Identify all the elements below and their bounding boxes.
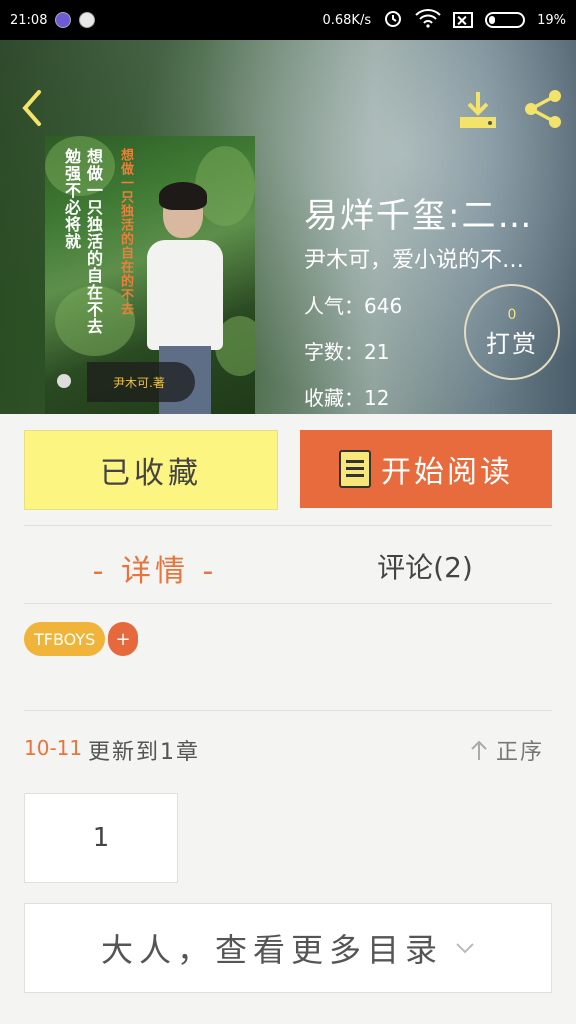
- share-button[interactable]: [520, 86, 566, 132]
- network-speed: 0.68K/s: [322, 12, 372, 28]
- chapter-item[interactable]: 1: [24, 793, 178, 883]
- tag-tfboys[interactable]: TFBOYS: [24, 622, 106, 656]
- favorites-stat: 收藏：12: [304, 386, 390, 410]
- sort-order-label: 正序: [496, 740, 545, 765]
- tip-label: 打赏: [486, 329, 538, 358]
- divider: [24, 603, 552, 604]
- divider: [24, 525, 552, 526]
- popularity-stat: 人气：646: [304, 294, 403, 318]
- cover-tagline-1: 想做一只独活的自在不去: [84, 148, 103, 335]
- sort-order-button[interactable]: 正序: [470, 734, 544, 766]
- tab-detail[interactable]: - 详情 -: [70, 546, 240, 590]
- start-reading-button[interactable]: 开始阅读: [300, 430, 552, 508]
- back-button[interactable]: [14, 88, 50, 128]
- cover-tagline-2: 勉强不必将就: [62, 148, 81, 250]
- cover-title: 想做一只独活的自在的不去: [118, 148, 133, 316]
- no-sim-icon: [453, 12, 474, 28]
- add-tag-button[interactable]: +: [108, 622, 138, 656]
- share-icon: [525, 90, 561, 128]
- app-notification-icon: [55, 12, 72, 28]
- tip-count: 0: [507, 306, 517, 323]
- download-button[interactable]: [456, 88, 500, 132]
- battery-icon: [485, 12, 526, 28]
- cover-author: 尹木可.著: [87, 362, 195, 402]
- chevron-down-icon: [456, 943, 474, 954]
- status-time: 21:08: [10, 12, 48, 28]
- app-notification-icon-2: [79, 12, 96, 28]
- chevron-left-icon: [22, 90, 41, 126]
- view-more-catalog-button[interactable]: 大人，查看更多目录: [24, 903, 552, 993]
- status-bar: 21:08 0.68K/s 19%: [0, 0, 576, 40]
- word-count-stat: 字数：21: [304, 340, 390, 364]
- book-icon: [339, 450, 371, 488]
- arrow-up-icon: [471, 740, 487, 760]
- update-text: 更新到1章: [88, 740, 200, 765]
- view-more-catalog-label: 大人，查看更多目录: [100, 931, 443, 969]
- cover-dot: [57, 374, 71, 388]
- download-icon: [460, 92, 496, 128]
- update-date: 10-11: [24, 736, 83, 760]
- tab-comments[interactable]: 评论(2): [340, 546, 510, 586]
- book-header: 想做一只独活的自在的不去 想做一只独活的自在不去 勉强不必将就 尹木可.著 易烊…: [0, 40, 576, 414]
- start-reading-label: 开始阅读: [381, 455, 513, 490]
- wifi-icon: [415, 8, 441, 32]
- favorited-button[interactable]: 已收藏: [24, 430, 278, 510]
- book-author[interactable]: 尹木可，爱小说的不…: [304, 242, 572, 274]
- tip-button[interactable]: 0 打赏: [464, 284, 560, 380]
- book-title: 易烊千玺:二…: [304, 196, 534, 236]
- book-cover[interactable]: 想做一只独活的自在的不去 想做一只独活的自在不去 勉强不必将就 尹木可.著: [45, 136, 255, 414]
- battery-percent: 19%: [537, 12, 566, 28]
- divider: [24, 710, 552, 711]
- alarm-icon: [383, 8, 403, 32]
